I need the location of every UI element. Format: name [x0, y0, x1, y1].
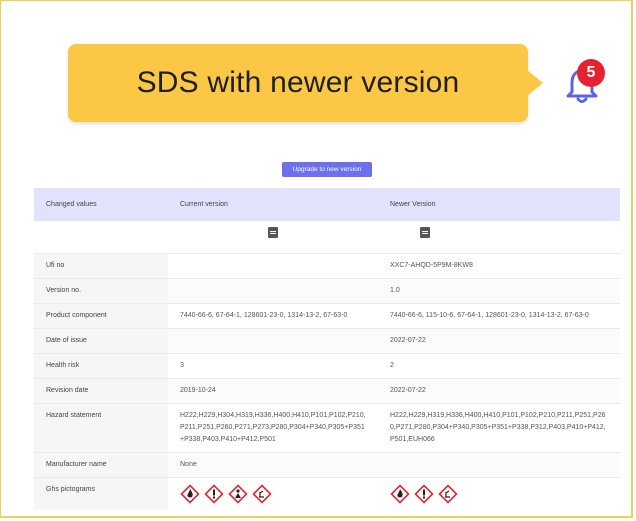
flame-icon [180, 484, 200, 504]
sds-banner: SDS with newer version [68, 44, 528, 122]
table-row: Product component 7440-66-6, 67-64-1, 12… [34, 303, 620, 329]
table-row: Ufi no XXC7-AHQD-5P9M-8KW8 [34, 253, 620, 279]
table-row: Date of issue 2022-07-22 [34, 328, 620, 354]
comparison-table: Changed values Current version Newer Ver… [34, 188, 620, 510]
row-label: Revision date [34, 378, 168, 404]
current-value: 2019-10-24 [168, 378, 378, 404]
row-label: Version no. [34, 278, 168, 304]
environment-icon [438, 484, 458, 504]
current-value: 7440-66-6, 67-64-1, 128601-23-0, 1314-13… [168, 303, 378, 329]
current-ghs-pictograms [168, 477, 378, 510]
table-row: Hazard statement H222,H229,H304,H319,H33… [34, 403, 620, 453]
upgrade-button[interactable]: Upgrade to new version [282, 162, 372, 177]
flame-icon [390, 484, 410, 504]
table-row: Version no. 1.0 [34, 278, 620, 304]
document-row [34, 221, 620, 254]
newer-value: 1.0 [378, 278, 620, 304]
newer-doc-cell [378, 221, 620, 254]
row-label: Product component [34, 303, 168, 329]
newer-value: H222,H229,H319,H336,H400,H410,P101,P102,… [378, 403, 620, 453]
table-row: Ghs pictograms [34, 477, 620, 510]
current-value [168, 278, 378, 304]
current-doc-cell [168, 221, 378, 254]
banner-pointer [527, 70, 543, 96]
newer-document-icon[interactable] [420, 227, 430, 238]
current-value: 3 [168, 353, 378, 379]
empty-cell [34, 221, 168, 254]
notification-count: 5 [586, 64, 596, 81]
newer-value: 2022-07-22 [378, 378, 620, 404]
table-header-row: Changed values Current version Newer Ver… [34, 188, 620, 221]
newer-value: XXC7-AHQD-5P9M-8KW8 [378, 253, 620, 279]
newer-value [378, 452, 620, 478]
health-hazard-icon [228, 484, 248, 504]
table-row: Revision date 2019-10-24 2022-07-22 [34, 378, 620, 404]
exclamation-icon [204, 484, 224, 504]
table-row: Manufacturer name None [34, 452, 620, 478]
row-label: Health risk [34, 353, 168, 379]
current-value [168, 253, 378, 279]
newer-ghs-pictograms [378, 477, 620, 510]
row-label: Ghs pictograms [34, 477, 168, 510]
table-row: Health risk 3 2 [34, 353, 620, 379]
banner-title: SDS with newer version [136, 66, 460, 99]
current-value: H222,H229,H304,H319,H336,H400,H410,P101,… [168, 403, 378, 453]
header-changed-values: Changed values [34, 188, 168, 221]
environment-icon [252, 484, 272, 504]
header-newer-version: Newer Version [378, 188, 620, 221]
row-label: Manufacturer name [34, 452, 168, 478]
current-value: None [168, 452, 378, 478]
exclamation-icon [414, 484, 434, 504]
current-value [168, 328, 378, 354]
current-document-icon[interactable] [268, 227, 278, 238]
newer-value: 2022-07-22 [378, 328, 620, 354]
row-label: Hazard statement [34, 403, 168, 453]
newer-value: 2 [378, 353, 620, 379]
header-current-version: Current version [168, 188, 378, 221]
newer-value: 7440-66-6, 115-10-6, 67-64-1, 128601-23-… [378, 303, 620, 329]
notification-badge: 5 [577, 59, 605, 87]
row-label: Ufi no [34, 253, 168, 279]
row-label: Date of issue [34, 328, 168, 354]
